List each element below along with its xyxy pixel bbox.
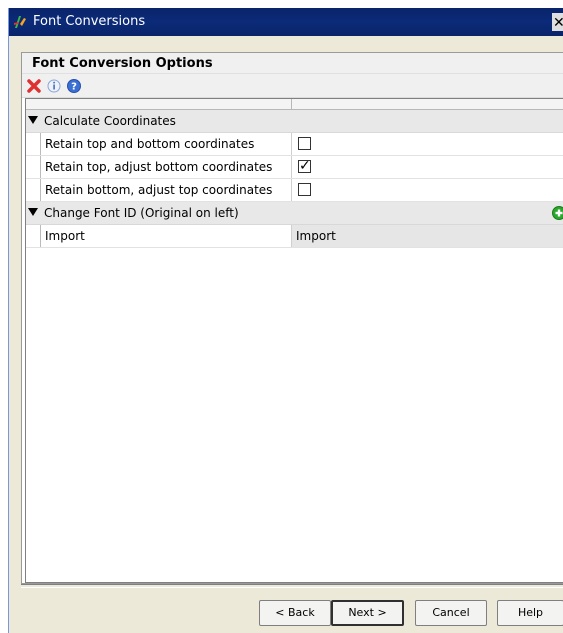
property-row: Retain bottom, adjust top coordinates xyxy=(26,179,563,202)
collapse-arrow-icon[interactable] xyxy=(28,116,38,124)
property-label: Retain bottom, adjust top coordinates xyxy=(45,183,273,197)
category-label: Calculate Coordinates xyxy=(44,114,176,128)
collapse-arrow-icon[interactable] xyxy=(28,208,38,216)
property-value: Import xyxy=(296,229,336,243)
panel-title: Font Conversion Options xyxy=(32,56,213,71)
property-grid: Calculate Coordinates Retain top and bot… xyxy=(25,98,563,583)
property-value-cell xyxy=(292,179,563,201)
property-row: Retain top, adjust bottom coordinates ✓ xyxy=(26,156,563,179)
checkmark-icon: ✓ xyxy=(299,157,311,173)
property-name-cell: Retain bottom, adjust top coordinates xyxy=(40,179,292,201)
close-button[interactable]: ✕ xyxy=(552,13,563,31)
title-bar[interactable]: Font Conversions ✕ xyxy=(9,8,563,36)
font-conversions-window: Font Conversions ✕ Font Conversion Optio… xyxy=(8,8,563,633)
separator xyxy=(21,584,563,588)
info-icon[interactable] xyxy=(46,78,62,94)
property-name-cell: Retain top and bottom coordinates xyxy=(40,133,292,155)
retain-top-adjust-bottom-checkbox[interactable]: ✓ xyxy=(298,157,311,173)
property-name-cell: Import xyxy=(40,225,292,247)
cancel-button[interactable]: Cancel xyxy=(415,600,487,626)
toolbar: ? xyxy=(22,74,563,98)
options-panel: Font Conversion Options ? Calculate Coor… xyxy=(21,52,563,584)
retain-top-bottom-checkbox[interactable] xyxy=(298,137,311,150)
delete-icon[interactable] xyxy=(26,78,42,94)
import-value-field[interactable]: Import xyxy=(292,225,563,247)
property-name-cell: Retain top, adjust bottom coordinates xyxy=(40,156,292,178)
retain-bottom-adjust-top-checkbox[interactable] xyxy=(298,183,311,196)
window-title: Font Conversions xyxy=(33,14,146,29)
grid-header xyxy=(26,99,563,110)
app-icon xyxy=(14,16,26,28)
property-value-cell xyxy=(292,133,563,155)
category-label: Change Font ID (Original on left) xyxy=(44,206,239,220)
next-button[interactable]: Next > xyxy=(331,600,404,626)
property-label: Import xyxy=(45,229,85,243)
add-icon[interactable] xyxy=(552,205,563,221)
svg-text:?: ? xyxy=(71,82,77,93)
help-button[interactable]: Help xyxy=(497,600,563,626)
property-row: Import Import xyxy=(26,225,563,248)
category-change-font-id[interactable]: Change Font ID (Original on left) xyxy=(26,202,563,225)
close-icon: ✕ xyxy=(553,14,563,30)
property-label: Retain top, adjust bottom coordinates xyxy=(45,160,273,174)
property-value-cell: ✓ xyxy=(292,156,563,178)
category-calculate-coordinates[interactable]: Calculate Coordinates xyxy=(26,110,563,133)
property-label: Retain top and bottom coordinates xyxy=(45,137,255,151)
property-row: Retain top and bottom coordinates xyxy=(26,133,563,156)
help-icon[interactable]: ? xyxy=(66,78,82,94)
column-divider[interactable] xyxy=(291,99,292,110)
panel-header: Font Conversion Options xyxy=(22,53,563,74)
back-button[interactable]: < Back xyxy=(259,600,331,626)
